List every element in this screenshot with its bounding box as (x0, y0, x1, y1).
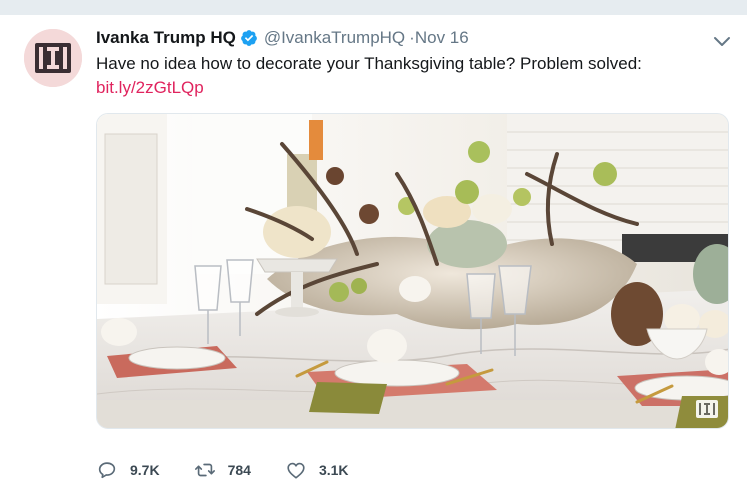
tweet-text: Have no idea how to decorate your Thanks… (96, 54, 642, 73)
verified-badge-icon (240, 30, 257, 46)
author-name[interactable]: Ivanka Trump HQ (96, 28, 236, 48)
brand-logo-icon (24, 29, 82, 87)
tweet-header: Ivanka Trump HQ @IvankaTrumpHQ · Nov 16 (96, 25, 732, 51)
retweet-count: 784 (227, 462, 251, 478)
heart-icon (287, 462, 305, 479)
tweet-actions: 9.7K 784 3.1K (96, 457, 383, 483)
chevron-down-icon (714, 37, 730, 46)
author-handle[interactable]: @IvankaTrumpHQ (264, 28, 405, 48)
tweet-image[interactable] (96, 113, 729, 429)
reply-icon (98, 462, 116, 479)
more-options-button[interactable] (712, 31, 732, 51)
avatar[interactable] (24, 29, 82, 87)
tweet-timestamp[interactable]: Nov 16 (415, 28, 469, 48)
ivanka-brand-logo-icon (696, 400, 718, 418)
reply-count: 9.7K (130, 462, 160, 478)
thanksgiving-table-photo (97, 114, 728, 428)
like-button[interactable]: 3.1K (285, 459, 349, 481)
tweet-link[interactable]: bit.ly/2zGtLQp (96, 76, 204, 100)
retweet-icon (194, 463, 215, 477)
retweet-button[interactable]: 784 (194, 459, 251, 481)
like-count: 3.1K (318, 462, 349, 478)
tweet-content: Ivanka Trump HQ @IvankaTrumpHQ · Nov 16 … (96, 25, 732, 479)
reply-button[interactable]: 9.7K (96, 459, 160, 481)
tweet-card[interactable]: Ivanka Trump HQ @IvankaTrumpHQ · Nov 16 … (0, 14, 747, 492)
